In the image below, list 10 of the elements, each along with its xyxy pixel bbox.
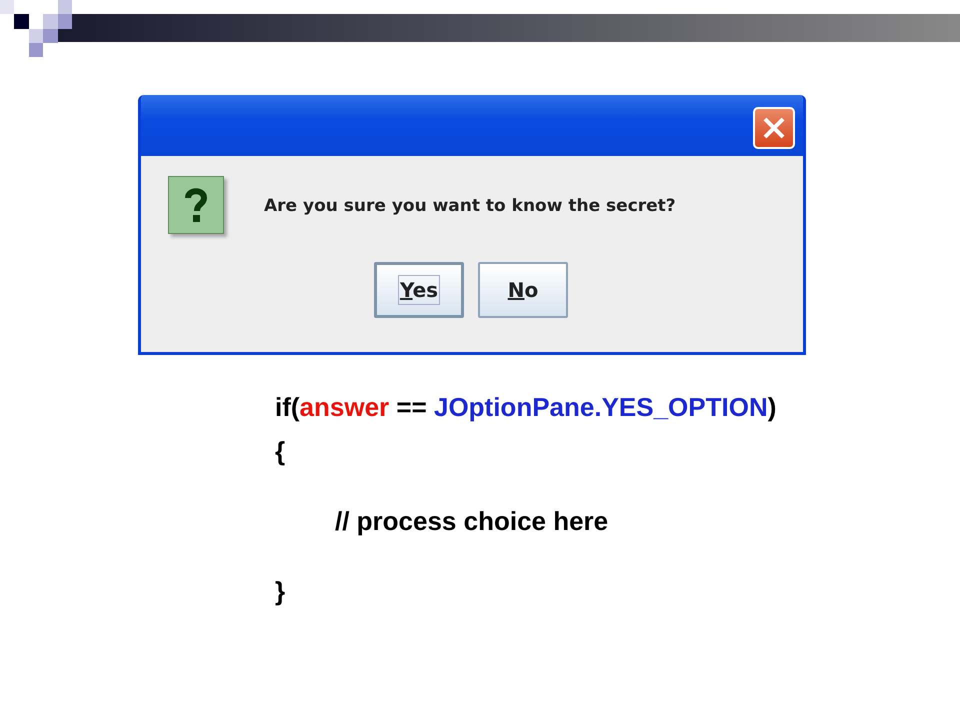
- code-line: if(answer == JOptionPane.YES_OPTION): [275, 391, 776, 424]
- no-button[interactable]: No: [478, 262, 568, 318]
- code-line: // process choice here: [335, 505, 608, 538]
- close-button[interactable]: [753, 107, 795, 149]
- yes-button[interactable]: Yes: [374, 262, 464, 318]
- message-text: Are you sure you want to know the secret?: [264, 195, 676, 218]
- question-icon: [168, 176, 224, 234]
- code-line: }: [275, 575, 286, 608]
- close-icon: [762, 116, 786, 140]
- code-line: {: [275, 435, 286, 468]
